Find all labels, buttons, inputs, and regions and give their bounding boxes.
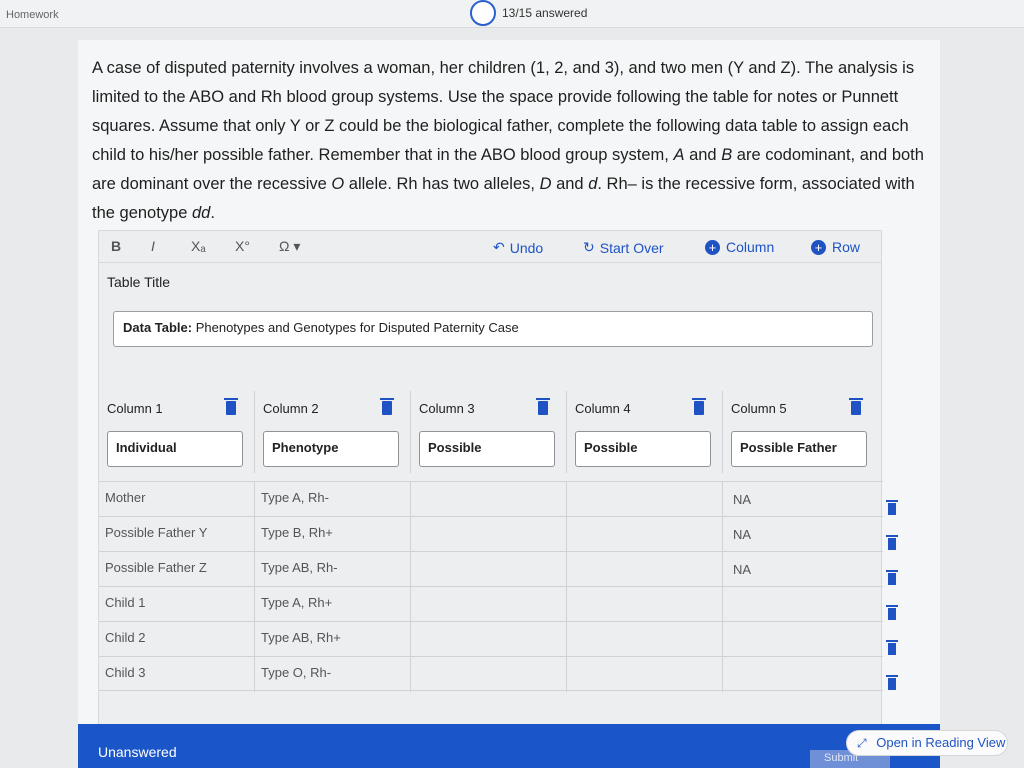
- table-cell[interactable]: [411, 482, 567, 517]
- table-cell[interactable]: [411, 552, 567, 587]
- expand-arrows-icon: ⤢: [857, 736, 867, 750]
- table-cell[interactable]: NA: [723, 482, 879, 517]
- editor-toolbar: B I Xₐ X° Ω ▾ ↶ Undo ↻ Start Over + Colu…: [99, 231, 881, 263]
- column-header-input[interactable]: Possible: [419, 431, 555, 467]
- add-column-button[interactable]: + Column: [705, 239, 774, 255]
- table-cell[interactable]: Type A, Rh-: [255, 482, 411, 517]
- table-cell[interactable]: Type A, Rh+: [255, 587, 411, 622]
- table-cell[interactable]: [723, 622, 879, 657]
- trash-icon[interactable]: [886, 605, 898, 620]
- table-cell[interactable]: Type O, Rh-: [255, 657, 411, 692]
- superscript-button[interactable]: X°: [235, 238, 250, 254]
- special-characters-button[interactable]: Ω ▾: [279, 238, 300, 255]
- trash-icon[interactable]: [886, 500, 898, 515]
- trash-icon[interactable]: [380, 398, 394, 415]
- question-text: A case of disputed paternity involves a …: [92, 59, 924, 222]
- open-reading-view-button[interactable]: ⤢ Open in Reading View: [846, 730, 1008, 756]
- question-card: A case of disputed paternity involves a …: [78, 40, 940, 730]
- undo-arrow-icon: ↶: [493, 239, 505, 255]
- table-cell[interactable]: [567, 622, 723, 657]
- column-header-1: Column 1 Individual: [99, 391, 255, 473]
- table-cell[interactable]: [411, 657, 567, 692]
- table-cell[interactable]: NA: [723, 517, 879, 552]
- table-cell[interactable]: Child 3: [99, 657, 255, 692]
- column-label: Column 1: [107, 401, 163, 416]
- table-cell[interactable]: [411, 587, 567, 622]
- table-row: Possible Father Y Type B, Rh+ NA: [99, 516, 883, 552]
- table-cell[interactable]: [723, 657, 879, 692]
- bold-button[interactable]: B: [111, 238, 121, 254]
- section-label: Homework: [6, 9, 59, 21]
- table-title-label: Table Title: [107, 274, 171, 290]
- trash-icon[interactable]: [536, 398, 550, 415]
- progress-ring-icon: [470, 0, 496, 26]
- top-bar: Homework 13/15 answered: [0, 0, 1024, 28]
- column-header-5: Column 5 Possible Father: [723, 391, 879, 473]
- table-row: Child 1 Type A, Rh+: [99, 586, 883, 622]
- trash-icon[interactable]: [849, 398, 863, 415]
- trash-icon[interactable]: [886, 570, 898, 585]
- bottom-bar: Unanswered Submit: [78, 724, 940, 768]
- table-cell[interactable]: NA: [723, 552, 879, 587]
- column-header-2: Column 2 Phenotype: [255, 391, 411, 473]
- table-cell[interactable]: Possible Father Y: [99, 517, 255, 552]
- trash-icon[interactable]: [224, 398, 238, 415]
- add-row-button[interactable]: + Row: [811, 239, 860, 255]
- column-header-input[interactable]: Individual: [107, 431, 243, 467]
- table-row: Child 3 Type O, Rh-: [99, 656, 883, 692]
- column-header-4: Column 4 Possible: [567, 391, 723, 473]
- table-cell[interactable]: [567, 552, 723, 587]
- table-cell[interactable]: Type B, Rh+: [255, 517, 411, 552]
- column-label: Column 4: [575, 401, 631, 416]
- table-row: Child 2 Type AB, Rh+: [99, 621, 883, 657]
- column-header-input[interactable]: Possible Father: [731, 431, 867, 467]
- subscript-button[interactable]: Xₐ: [191, 238, 206, 254]
- answer-status: Unanswered: [98, 744, 177, 760]
- table-cell[interactable]: [567, 587, 723, 622]
- undo-button[interactable]: ↶ Undo: [493, 239, 543, 256]
- table-cell[interactable]: [567, 657, 723, 692]
- column-label: Column 3: [419, 401, 475, 416]
- progress-indicator: 13/15 answered: [470, 0, 587, 26]
- trash-icon[interactable]: [886, 640, 898, 655]
- table-cell[interactable]: Mother: [99, 482, 255, 517]
- column-header-3: Column 3 Possible: [411, 391, 567, 473]
- italic-button[interactable]: I: [151, 238, 155, 254]
- column-header-input[interactable]: Possible: [575, 431, 711, 467]
- table-cell[interactable]: [723, 587, 879, 622]
- start-over-button[interactable]: ↻ Start Over: [583, 239, 664, 256]
- table-cell[interactable]: [411, 622, 567, 657]
- table-row: Mother Type A, Rh- NA: [99, 481, 883, 517]
- table-editor: B I Xₐ X° Ω ▾ ↶ Undo ↻ Start Over + Colu…: [98, 230, 883, 730]
- column-header-input[interactable]: Phenotype: [263, 431, 399, 467]
- table-title-input[interactable]: Data Table: Phenotypes and Genotypes for…: [113, 311, 873, 347]
- trash-icon[interactable]: [886, 675, 898, 690]
- table-cell[interactable]: Child 2: [99, 622, 255, 657]
- table-cell[interactable]: Type AB, Rh+: [255, 622, 411, 657]
- progress-text: 13/15 answered: [502, 6, 588, 20]
- table-cell[interactable]: Possible Father Z: [99, 552, 255, 587]
- plus-circle-icon: +: [705, 239, 720, 255]
- table-cell[interactable]: [567, 482, 723, 517]
- plus-circle-icon: +: [811, 239, 826, 255]
- column-label: Column 5: [731, 401, 787, 416]
- table-cell[interactable]: Child 1: [99, 587, 255, 622]
- refresh-icon: ↻: [583, 239, 595, 255]
- table-cell[interactable]: [567, 517, 723, 552]
- table-cell[interactable]: [411, 517, 567, 552]
- trash-icon[interactable]: [886, 535, 898, 550]
- table-row: Possible Father Z Type AB, Rh- NA: [99, 551, 883, 587]
- table-cell[interactable]: Type AB, Rh-: [255, 552, 411, 587]
- column-label: Column 2: [263, 401, 319, 416]
- trash-icon[interactable]: [692, 398, 706, 415]
